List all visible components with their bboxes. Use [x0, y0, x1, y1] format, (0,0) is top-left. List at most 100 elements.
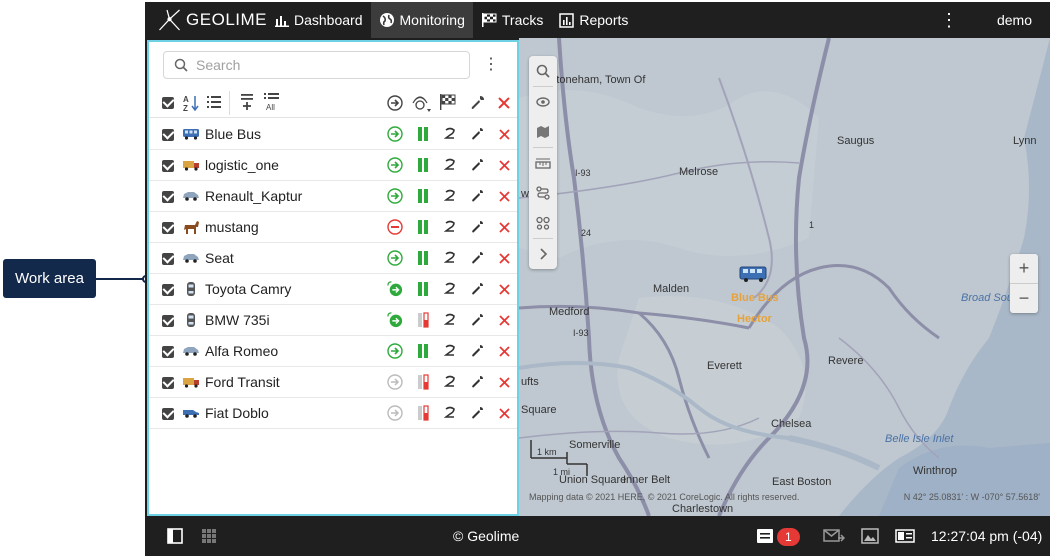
vehicle-name[interactable]: Ford Transit [205, 374, 280, 390]
wrench-icon[interactable] [469, 95, 485, 116]
image-icon[interactable] [861, 528, 879, 544]
grid-icon[interactable] [201, 528, 217, 544]
close-icon[interactable] [498, 96, 510, 114]
vehicle-checkbox[interactable] [162, 129, 174, 141]
connection-status-icon[interactable] [442, 188, 458, 204]
remove-icon[interactable] [496, 343, 512, 359]
add-all-icon[interactable]: All [263, 92, 281, 117]
nav-dashboard[interactable]: Dashboard [267, 2, 371, 38]
vehicle-checkbox[interactable] [162, 377, 174, 389]
fuel-level-icon[interactable] [415, 343, 431, 359]
map-view[interactable]: Stoneham, Town Of Saugus Lynn Melrose Ma… [519, 38, 1050, 516]
motion-status-icon[interactable] [387, 188, 403, 204]
vehicle-name[interactable]: Renault_Kaptur [205, 188, 302, 204]
fuel-level-icon[interactable] [415, 157, 431, 173]
fuel-level-icon[interactable] [415, 188, 431, 204]
connection-status-icon[interactable] [442, 250, 458, 266]
fuel-level-icon[interactable] [415, 312, 431, 328]
map-search-icon[interactable] [529, 56, 557, 86]
vehicle-name[interactable]: Blue Bus [205, 126, 261, 142]
vehicle-checkbox[interactable] [162, 191, 174, 203]
ruler-icon[interactable] [529, 148, 557, 178]
wrench-icon[interactable] [469, 343, 485, 359]
more-vert-icon[interactable]: ⋮ [483, 54, 499, 74]
motion-status-icon[interactable] [387, 126, 403, 142]
map-layers-icon[interactable] [529, 117, 557, 147]
vehicle-checkbox[interactable] [162, 160, 174, 172]
vehicle-checkbox[interactable] [162, 253, 174, 265]
motion-status-icon[interactable] [387, 343, 403, 359]
vehicle-row[interactable]: Alfa Romeo [149, 336, 517, 367]
fuel-level-icon[interactable] [415, 405, 431, 421]
connection-status-icon[interactable] [442, 405, 458, 421]
wrench-icon[interactable] [469, 250, 485, 266]
nav-monitoring[interactable]: Monitoring [370, 2, 473, 38]
geofence-icon[interactable] [529, 208, 557, 238]
motion-status-icon[interactable] [387, 312, 403, 328]
chevron-right-icon[interactable] [529, 239, 557, 269]
select-all-checkbox[interactable] [162, 97, 174, 109]
wrench-icon[interactable] [469, 281, 485, 297]
more-vert-icon[interactable]: ⋮ [939, 2, 959, 38]
vehicle-name[interactable]: logistic_one [205, 157, 279, 173]
vehicle-name[interactable]: mustang [205, 219, 259, 235]
fuel-level-icon[interactable] [415, 126, 431, 142]
wrench-icon[interactable] [469, 219, 485, 235]
connection-status-icon[interactable] [442, 281, 458, 297]
fuel-level-icon[interactable] [415, 219, 431, 235]
vehicle-row[interactable]: mustang [149, 212, 517, 243]
motion-status-icon[interactable] [387, 250, 403, 266]
motion-status-icon[interactable] [387, 157, 403, 173]
motion-status-icon[interactable] [387, 405, 403, 421]
remove-icon[interactable] [496, 250, 512, 266]
motion-column-icon[interactable] [387, 95, 403, 116]
vehicle-row[interactable]: Ford Transit [149, 367, 517, 398]
remove-icon[interactable] [496, 405, 512, 421]
vehicle-name[interactable]: BMW 735i [205, 312, 270, 328]
vehicle-checkbox[interactable] [162, 284, 174, 296]
vehicle-row[interactable]: Blue Bus [149, 119, 517, 150]
connection-status-icon[interactable] [442, 374, 458, 390]
connection-status-icon[interactable] [442, 343, 458, 359]
remove-icon[interactable] [496, 126, 512, 142]
wrench-icon[interactable] [469, 312, 485, 328]
remove-icon[interactable] [496, 374, 512, 390]
wrench-icon[interactable] [469, 126, 485, 142]
unit-label-hector[interactable]: Hector [737, 313, 772, 325]
checkered-flag-icon[interactable] [439, 93, 457, 116]
list-view-icon[interactable] [206, 95, 222, 114]
notifications-icon[interactable] [756, 528, 774, 544]
connection-status-icon[interactable] [442, 219, 458, 235]
mail-send-icon[interactable] [823, 528, 845, 544]
fuel-level-icon[interactable] [415, 250, 431, 266]
connection-status-icon[interactable] [442, 126, 458, 142]
connection-status-icon[interactable] [442, 157, 458, 173]
vehicle-row[interactable]: BMW 735i [149, 305, 517, 336]
vehicle-row[interactable]: Seat [149, 243, 517, 274]
vehicle-checkbox[interactable] [162, 346, 174, 358]
connection-status-icon[interactable] [442, 312, 458, 328]
fuel-level-icon[interactable] [415, 281, 431, 297]
vehicle-name[interactable]: Fiat Doblo [205, 405, 269, 421]
add-to-list-icon[interactable] [239, 93, 255, 116]
remove-icon[interactable] [496, 312, 512, 328]
wrench-icon[interactable] [469, 405, 485, 421]
remove-icon[interactable] [496, 281, 512, 297]
fuel-level-icon[interactable] [415, 374, 431, 390]
motion-status-icon[interactable] [387, 374, 403, 390]
eye-icon[interactable] [529, 87, 557, 117]
vehicle-row[interactable]: Toyota Camry [149, 274, 517, 305]
vehicle-checkbox[interactable] [162, 408, 174, 420]
vehicle-checkbox[interactable] [162, 315, 174, 327]
geolime-logo[interactable]: GEOLIME [145, 2, 267, 38]
connection-column-icon[interactable] [412, 93, 432, 118]
panel-toggle-icon[interactable] [167, 528, 183, 544]
vehicle-name[interactable]: Toyota Camry [205, 281, 291, 297]
motion-status-icon[interactable] [387, 219, 403, 235]
sort-az-icon[interactable]: AZ [183, 94, 201, 117]
nav-tracks[interactable]: Tracks [473, 2, 551, 38]
vehicle-name[interactable]: Seat [205, 250, 234, 266]
wrench-icon[interactable] [469, 374, 485, 390]
wrench-icon[interactable] [469, 188, 485, 204]
wrench-icon[interactable] [469, 157, 485, 173]
